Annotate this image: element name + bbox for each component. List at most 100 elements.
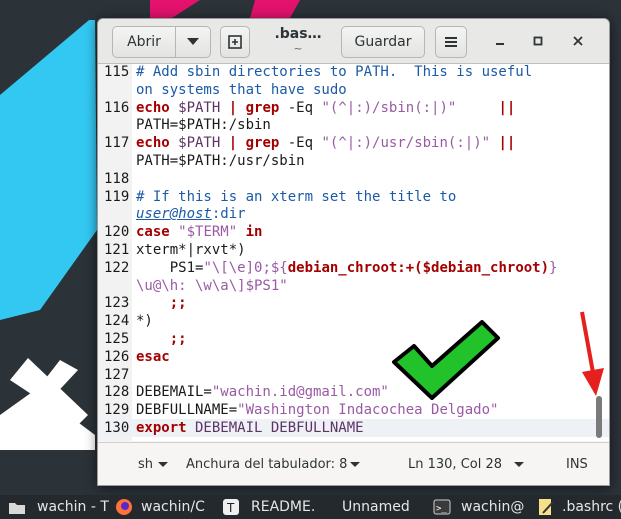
code-text: PS1="\[\e]0;${debian_chroot:+($debian_ch… bbox=[136, 259, 558, 277]
line-number: 122 bbox=[104, 259, 130, 276]
code-token: ;; bbox=[136, 331, 187, 347]
code-token: "wachin.id@gmail.com" bbox=[211, 384, 389, 401]
line-number: 119 bbox=[104, 188, 130, 205]
line-number: 120 bbox=[104, 224, 130, 241]
close-button[interactable] bbox=[567, 30, 589, 52]
taskbar-item-firefox[interactable]: wachin/C bbox=[141, 499, 205, 515]
code-token: "$TERM" bbox=[178, 224, 238, 241]
code-text: DEBEMAIL="wachin.id@gmail.com" bbox=[136, 383, 389, 401]
taskbar-item-readme[interactable]: README. bbox=[251, 499, 315, 515]
text-editor-icon: T bbox=[223, 499, 239, 515]
code-token: "(^|:)/sbin(:|)" bbox=[321, 99, 457, 116]
code-token: "(^|:)/usr/sbin(:|)" bbox=[321, 135, 491, 152]
code-text: ;; bbox=[136, 294, 187, 312]
line-number: 115 bbox=[104, 64, 130, 80]
code-token: -Eq bbox=[279, 135, 322, 152]
code-token: DEBFULLNAME= bbox=[136, 402, 238, 419]
status-bar: sh Anchura del tabulador: 8 Ln 130, Col … bbox=[98, 442, 609, 485]
code-text: # Add sbin directories to PATH. This is … bbox=[136, 64, 532, 81]
code-token: # Add sbin directories to PATH. This is … bbox=[136, 64, 533, 80]
code-token: *) bbox=[136, 313, 153, 330]
window-title: .bas… ~ bbox=[263, 26, 333, 55]
code-token: | bbox=[228, 135, 238, 152]
code-token: grep bbox=[245, 99, 280, 116]
code-token: DEBEMAIL= bbox=[136, 384, 212, 401]
taskbar-item-unnamed[interactable]: Unnamed bbox=[342, 499, 410, 515]
code-token: in bbox=[245, 224, 263, 241]
tab-width-selector[interactable]: Anchura del tabulador: 8 bbox=[186, 457, 347, 472]
code-token: | bbox=[228, 99, 238, 116]
code-text: export DEBEMAIL DEBFULLNAME bbox=[136, 419, 364, 437]
save-button[interactable]: Guardar bbox=[341, 26, 425, 58]
line-number: 116 bbox=[104, 99, 130, 116]
language-selector[interactable]: sh bbox=[138, 457, 153, 472]
language-dropdown-icon bbox=[158, 462, 168, 467]
arrow-down-icon bbox=[580, 311, 604, 396]
code-token: xterm*|rxvt*) bbox=[136, 242, 246, 258]
line-number: 126 bbox=[104, 348, 130, 365]
line-number: 121 bbox=[104, 242, 130, 258]
open-menu-button[interactable] bbox=[175, 26, 211, 58]
scrollbar-thumb[interactable] bbox=[596, 396, 602, 438]
svg-text:>_: >_ bbox=[436, 504, 447, 514]
text-editor[interactable]: 115 # Add sbin directories to PATH. This … bbox=[98, 64, 609, 441]
code-text: esac bbox=[136, 348, 170, 366]
code-line: 130 export DEBEMAIL DEBFULLNAME bbox=[98, 419, 609, 437]
open-button[interactable]: Abrir bbox=[112, 26, 176, 58]
save-label: Guardar bbox=[354, 34, 412, 50]
maximize-button[interactable] bbox=[527, 30, 549, 52]
header-bar: Abrir .bas… ~ Guardar bbox=[98, 19, 609, 64]
folder-icon bbox=[9, 503, 25, 514]
chevron-down-icon bbox=[187, 38, 199, 45]
taskbar-item-bashrc[interactable]: .bashrc ( bbox=[562, 499, 621, 515]
code-token: echo bbox=[136, 99, 170, 116]
code-token: -Eq bbox=[279, 99, 322, 116]
terminal-icon: >_ bbox=[433, 499, 451, 515]
code-token: $PATH bbox=[169, 135, 229, 152]
hamburger-icon bbox=[445, 37, 457, 47]
line-number: 129 bbox=[104, 402, 130, 419]
close-icon bbox=[573, 36, 583, 46]
checkmark-icon bbox=[392, 320, 500, 400]
code-text: echo $PATH | grep -Eq "(^|:)/sbin(:|)" |… bbox=[136, 99, 515, 117]
taskbar-item-terminal-2[interactable]: wachin@ bbox=[461, 499, 524, 515]
code-token: PATH=$PATH:/sbin bbox=[136, 117, 271, 134]
code-text: xterm*|rxvt*) bbox=[136, 241, 246, 259]
code-text: user@host:dir bbox=[136, 205, 246, 223]
line-number: 118 bbox=[104, 170, 130, 187]
new-document-icon bbox=[228, 35, 242, 49]
position-dropdown-icon bbox=[514, 462, 524, 467]
menu-button[interactable] bbox=[435, 26, 467, 58]
code-token: DEBEMAIL DEBFULLNAME bbox=[186, 420, 364, 436]
code-token: ;; bbox=[136, 295, 187, 312]
line-number: 130 bbox=[104, 420, 130, 436]
code-token: PS1= bbox=[136, 259, 204, 276]
minimize-icon bbox=[496, 43, 504, 45]
document-path: ~ bbox=[293, 42, 303, 55]
minimize-button[interactable] bbox=[489, 30, 511, 52]
insert-mode: INS bbox=[566, 457, 588, 472]
code-token: esac bbox=[136, 348, 170, 365]
code-text: case "$TERM" in bbox=[136, 223, 262, 241]
line-number: 128 bbox=[104, 384, 130, 401]
taskbar-item-terminal[interactable]: wachin - T bbox=[37, 499, 109, 515]
code-token: case bbox=[136, 224, 170, 241]
code-text: on systems that have sudo bbox=[136, 81, 347, 99]
line-number: 117 bbox=[104, 135, 130, 152]
cursor-position[interactable]: Ln 130, Col 28 bbox=[408, 457, 502, 472]
code-token: } bbox=[549, 259, 558, 276]
code-text: PATH=$PATH:/sbin bbox=[136, 116, 271, 134]
code-text: \u@\h: \w\a\]$PS1" bbox=[136, 277, 288, 295]
new-tab-button[interactable] bbox=[220, 26, 250, 58]
code-token: ($debian_chroot) bbox=[414, 259, 550, 276]
line-number: 127 bbox=[104, 366, 130, 383]
code-token: $PATH bbox=[169, 99, 229, 116]
code-token: :dir bbox=[211, 206, 246, 223]
code-token: echo bbox=[136, 135, 170, 152]
firefox-icon bbox=[116, 499, 132, 515]
